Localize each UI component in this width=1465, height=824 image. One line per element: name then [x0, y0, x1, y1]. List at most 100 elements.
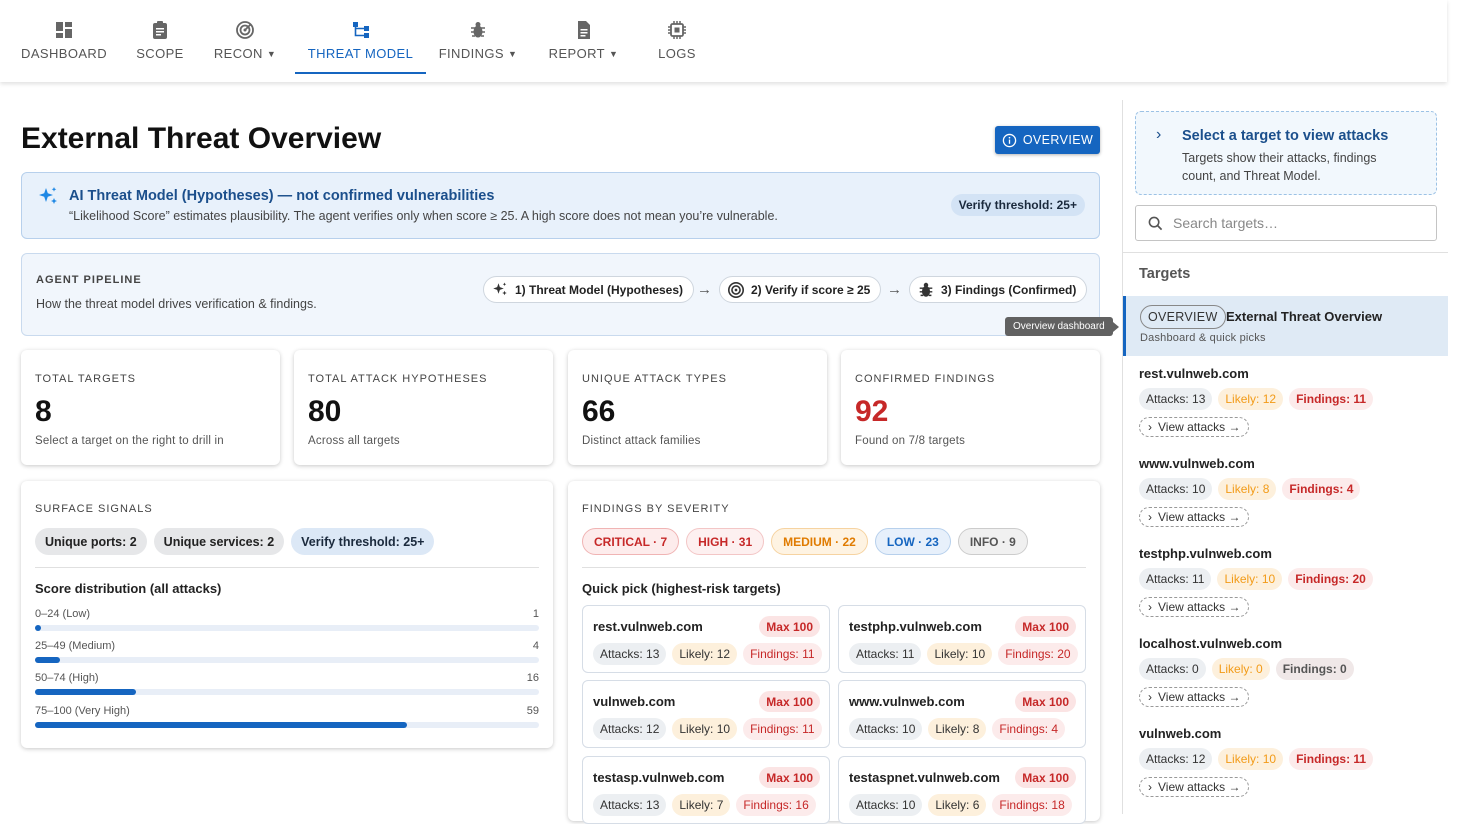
- target-name: localhost.vulnweb.com: [1139, 636, 1283, 651]
- bug-icon: [471, 22, 485, 38]
- agent-pipeline: AGENT PIPELINE How the threat model driv…: [21, 253, 1100, 336]
- chevron-right-icon: ›: [1156, 126, 1162, 143]
- dist-bar-fill: [35, 657, 61, 663]
- max-score-badge: Max 100: [1015, 767, 1076, 788]
- attacks-chip: Attacks: 0: [1139, 658, 1206, 680]
- dist-count: 1: [532, 608, 539, 620]
- findings-chip: Findings: 20: [998, 643, 1078, 665]
- view-attacks-button[interactable]: › View attacks →: [1139, 417, 1250, 437]
- sidebar-item-overview[interactable]: OVERVIEW External Threat Overview Dashbo…: [1123, 296, 1448, 356]
- tab-threat-model[interactable]: THREAT MODEL: [295, 0, 426, 74]
- severity-chip-medium[interactable]: MEDIUM · 22: [771, 528, 868, 555]
- quick-pick-card[interactable]: www.vulnweb.com Max 100 Attacks: 10 Likel…: [838, 680, 1086, 748]
- tab-recon[interactable]: RECON ▼: [212, 0, 278, 74]
- search-icon: [1148, 216, 1163, 230]
- divider: [35, 567, 539, 568]
- dist-row-low: 0–24 (Low) 1: [35, 608, 539, 631]
- tab-findings[interactable]: FINDINGS ▼: [437, 0, 519, 74]
- view-attacks-button[interactable]: › View attacks →: [1139, 777, 1250, 797]
- attacks-chip: Attacks: 10: [1139, 478, 1213, 500]
- section-title: FINDINGS BY SEVERITY: [582, 503, 730, 515]
- likely-chip: Likely: 8: [1218, 478, 1277, 500]
- view-attacks-button[interactable]: › View attacks →: [1139, 597, 1250, 617]
- tab-label: DASHBOARD: [21, 46, 107, 61]
- findings-chip: Findings: 11: [743, 643, 822, 665]
- pipeline-arrow: →: [697, 281, 712, 298]
- dist-row-medium: 25–49 (Medium) 4: [35, 640, 539, 663]
- tab-label: SCOPE: [136, 46, 184, 61]
- stat-value: 92: [855, 395, 889, 428]
- sidebar-item-target[interactable]: testphp.vulnweb.com Attacks: 11 Likely: 1…: [1139, 546, 1439, 617]
- document-icon: [577, 21, 590, 39]
- clipboard-icon: [153, 21, 167, 39]
- page-title: External Threat Overview: [21, 122, 382, 155]
- likely-chip: Likely: 12: [1218, 388, 1284, 410]
- select-target-hint: › Select a target to view attacks Target…: [1135, 111, 1437, 195]
- sidebar-item-target[interactable]: vulnweb.com Attacks: 12 Likely: 10 Finding…: [1139, 726, 1439, 797]
- severity-chip-critical[interactable]: CRITICAL · 7: [582, 528, 680, 555]
- severity-chip-low[interactable]: LOW · 23: [874, 528, 951, 555]
- dist-row-very-high: 75–100 (Very High) 59: [35, 705, 539, 728]
- chevron-right-icon: ›: [1148, 780, 1152, 794]
- tab-scope[interactable]: SCOPE: [134, 0, 186, 74]
- sidebar-item-target[interactable]: www.vulnweb.com Attacks: 10 Likely: 8 Find…: [1139, 456, 1439, 527]
- target-name: www.vulnweb.com: [1139, 456, 1255, 471]
- caret-down-icon: ▼: [508, 48, 518, 59]
- stat-label: TOTAL TARGETS: [35, 373, 137, 385]
- quick-pick-name: testphp.vulnweb.com: [849, 619, 982, 634]
- findings-chip: Findings: 4: [1282, 478, 1361, 500]
- section-title: SURFACE SIGNALS: [35, 503, 153, 515]
- dist-bar: [35, 625, 539, 631]
- tab-label: REPORT: [548, 46, 606, 61]
- sparkle-icon: [39, 187, 57, 204]
- quick-pick-card[interactable]: rest.vulnweb.com Max 100 Attacks: 13 Like…: [582, 605, 830, 673]
- likely-chip: Likely: 0: [1211, 658, 1270, 680]
- stat-card-unique-attack-types: UNIQUE ATTACK TYPES 66 Distinct attack f…: [568, 350, 827, 465]
- top-nav: DASHBOARD SCOPE RECON ▼ THREAT MODEL FIND…: [0, 0, 1447, 82]
- overview-pill: OVERVIEW: [1140, 305, 1226, 329]
- quick-pick-card[interactable]: vulnweb.com Max 100 Attacks: 12 Likely: 1…: [582, 680, 830, 748]
- view-attacks-label: View attacks →: [1158, 510, 1241, 524]
- chip-icon: [668, 21, 686, 39]
- unique-ports-chip: Unique ports: 2: [35, 528, 147, 555]
- tab-report[interactable]: REPORT ▼: [546, 0, 621, 74]
- sidebar-item-target[interactable]: localhost.vulnweb.com Attacks: 0 Likely: …: [1139, 636, 1439, 707]
- quick-pick-name: testaspnet.vulnweb.com: [849, 770, 1000, 785]
- quick-pick-name: www.vulnweb.com: [849, 694, 965, 709]
- tab-dashboard[interactable]: DASHBOARD: [21, 0, 107, 74]
- quick-pick-card[interactable]: testphp.vulnweb.com Max 100 Attacks: 11 L…: [838, 605, 1086, 673]
- search-input[interactable]: Search targets…: [1135, 205, 1437, 241]
- dist-bar-fill: [35, 625, 42, 631]
- dashboard-icon: [56, 22, 72, 38]
- severity-chip-high[interactable]: HIGH · 31: [686, 528, 765, 555]
- view-attacks-button[interactable]: › View attacks →: [1139, 687, 1250, 707]
- dist-label: 75–100 (Very High): [35, 705, 130, 717]
- likely-chip: Likely: 10: [927, 643, 993, 665]
- info-icon: [1002, 133, 1017, 147]
- targets-title: Targets: [1139, 266, 1191, 282]
- overview-button[interactable]: OVERVIEW: [995, 126, 1100, 154]
- hierarchy-icon: [352, 22, 369, 38]
- max-score-badge: Max 100: [759, 691, 820, 712]
- findings-chip: Findings: 11: [1289, 748, 1374, 770]
- severity-chip-info[interactable]: INFO · 9: [957, 528, 1028, 555]
- findings-chip: Findings: 11: [1289, 388, 1374, 410]
- view-attacks-label: View attacks →: [1158, 420, 1241, 434]
- stat-label: CONFIRMED FINDINGS: [855, 373, 996, 385]
- attacks-chip: Attacks: 13: [593, 643, 667, 665]
- targets-sidebar: › Select a target to view attacks Target…: [1122, 100, 1448, 814]
- likely-chip: Likely: 10: [1217, 568, 1283, 590]
- sparkle-icon: [493, 282, 507, 295]
- caret-down-icon: ▼: [266, 48, 277, 59]
- view-attacks-button[interactable]: › View attacks →: [1139, 507, 1250, 527]
- dist-label: 0–24 (Low): [35, 608, 91, 620]
- pipeline-step-verify: 2) Verify if score ≥ 25: [719, 276, 882, 303]
- unique-services-chip: Unique services: 2: [153, 528, 285, 555]
- attacks-chip: Attacks: 12: [593, 718, 667, 740]
- sidebar-item-target[interactable]: rest.vulnweb.com Attacks: 13 Likely: 12 Fi…: [1139, 366, 1439, 437]
- dist-count: 59: [526, 705, 539, 717]
- tab-logs[interactable]: LOGS: [654, 0, 700, 74]
- quick-pick-title: Quick pick (highest-risk targets): [582, 581, 781, 596]
- findings-chip: Findings: 4: [992, 718, 1066, 740]
- dist-bar-fill: [35, 689, 136, 695]
